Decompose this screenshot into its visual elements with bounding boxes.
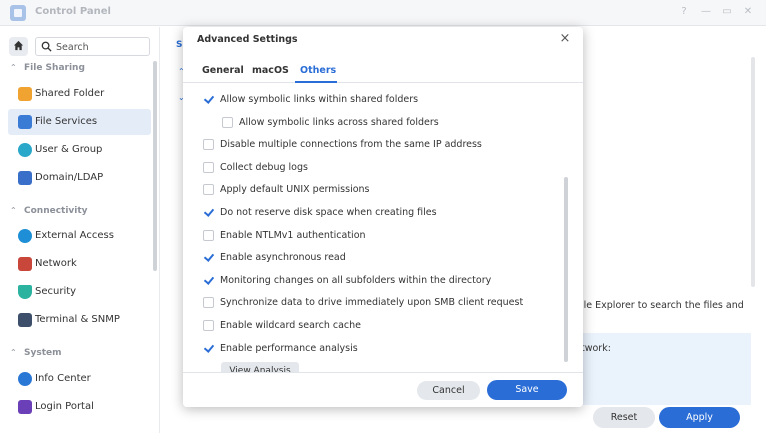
apply-button[interactable]: Apply <box>659 407 740 428</box>
unchecked-checkbox[interactable] <box>203 162 214 173</box>
sidebar: ⌃File Sharing Shared Folder File Service… <box>0 27 160 433</box>
chevron-up-icon: ⌃ <box>10 63 17 72</box>
search-input[interactable] <box>56 40 146 54</box>
advanced-settings-dialog: Advanced Settings × General macOS Others… <box>183 27 583 407</box>
file-services-icon <box>18 115 32 129</box>
dialog-tabs: General macOS Others <box>183 57 583 83</box>
background-description: ile Explorer to search the files and <box>581 300 744 311</box>
unchecked-checkbox[interactable] <box>203 297 214 308</box>
maximize-icon[interactable]: ▭ <box>720 5 734 19</box>
checked-checkbox[interactable] <box>203 252 214 263</box>
checked-checkbox[interactable] <box>203 94 214 105</box>
option-label: Apply default UNIX permissions <box>220 184 370 195</box>
tab-others[interactable]: Others <box>300 65 336 76</box>
tab-macos[interactable]: macOS <box>252 65 289 76</box>
terminal-icon <box>18 313 32 327</box>
close-window-icon[interactable]: ✕ <box>741 5 755 19</box>
background-tab[interactable]: S <box>176 40 182 50</box>
checked-checkbox[interactable] <box>203 343 214 354</box>
sidebar-item-user-group[interactable]: User & Group <box>8 137 151 163</box>
option-label: Do not reserve disk space when creating … <box>220 207 437 218</box>
sidebar-item-shared-folder[interactable]: Shared Folder <box>8 81 151 107</box>
dialog-scrollbar[interactable] <box>564 177 568 362</box>
option-label: Allow symbolic links within shared folde… <box>220 94 419 105</box>
chevron-up-icon: ⌃ <box>10 348 17 357</box>
sidebar-item-network[interactable]: Network <box>8 251 151 277</box>
option-label: Collect debug logs <box>220 162 308 173</box>
home-button[interactable] <box>9 37 28 56</box>
control-panel-app-icon <box>10 5 26 21</box>
sidebar-scrollbar[interactable] <box>153 61 157 271</box>
option-label: Enable wildcard search cache <box>220 320 362 331</box>
option-label: Enable NTLMv1 authentication <box>220 230 366 241</box>
content-scrollbar[interactable] <box>751 57 755 287</box>
save-button[interactable]: Save <box>487 380 567 400</box>
search-box[interactable] <box>35 37 150 56</box>
sidebar-item-terminal-snmp[interactable]: Terminal & SNMP <box>8 307 151 333</box>
unchecked-checkbox[interactable] <box>222 117 233 128</box>
sidebar-item-info-center[interactable]: Info Center <box>8 366 151 392</box>
unchecked-checkbox[interactable] <box>203 139 214 150</box>
sidebar-item-login-portal[interactable]: Login Portal <box>8 394 151 420</box>
checked-checkbox[interactable] <box>203 275 214 286</box>
login-portal-icon <box>18 400 32 414</box>
user-group-icon <box>18 143 32 157</box>
sidebar-item-domain-ldap[interactable]: Domain/LDAP <box>8 165 151 191</box>
minimize-icon[interactable]: — <box>699 5 713 19</box>
search-icon <box>41 41 52 52</box>
sidebar-item-security[interactable]: Security <box>8 279 151 305</box>
option-label: Enable performance analysis <box>220 343 358 354</box>
option-label: Enable asynchronous read <box>220 252 346 263</box>
domain-ldap-icon <box>18 171 32 185</box>
unchecked-checkbox[interactable] <box>203 320 214 331</box>
section-file-sharing[interactable]: ⌃ File Sharing <box>10 63 85 77</box>
background-info-text: twork: <box>581 343 611 354</box>
home-icon <box>13 40 24 51</box>
window-titlebar: Control Panel ? — ▭ ✕ <box>0 0 766 26</box>
checked-checkbox[interactable] <box>203 207 214 218</box>
help-icon[interactable]: ? <box>677 5 691 19</box>
reset-button[interactable]: Reset <box>593 407 655 428</box>
sidebar-item-file-services[interactable]: File Services <box>8 109 151 135</box>
sidebar-item-external-access[interactable]: External Access <box>8 223 151 249</box>
option-label: Disable multiple connections from the sa… <box>220 139 482 150</box>
close-icon[interactable]: × <box>558 32 572 46</box>
info-center-icon <box>18 372 32 386</box>
tab-general[interactable]: General <box>202 65 244 76</box>
dialog-footer: Cancel Save <box>183 372 583 407</box>
external-access-icon <box>18 229 32 243</box>
window-title: Control Panel <box>35 6 111 17</box>
shared-folder-icon <box>18 87 32 101</box>
security-icon <box>18 285 32 299</box>
chevron-up-icon: ⌃ <box>10 206 17 215</box>
unchecked-checkbox[interactable] <box>203 230 214 241</box>
network-icon <box>18 257 32 271</box>
option-label: Monitoring changes on all subfolders wit… <box>220 275 492 286</box>
section-system[interactable]: ⌃ System <box>10 348 62 362</box>
option-label: Allow symbolic links across shared folde… <box>239 117 439 128</box>
option-label: Synchronize data to drive immediately up… <box>220 297 524 308</box>
active-tab-indicator <box>295 81 337 83</box>
unchecked-checkbox[interactable] <box>203 184 214 195</box>
cancel-button[interactable]: Cancel <box>417 381 480 400</box>
dialog-title: Advanced Settings <box>197 34 298 45</box>
section-connectivity[interactable]: ⌃ Connectivity <box>10 206 88 220</box>
